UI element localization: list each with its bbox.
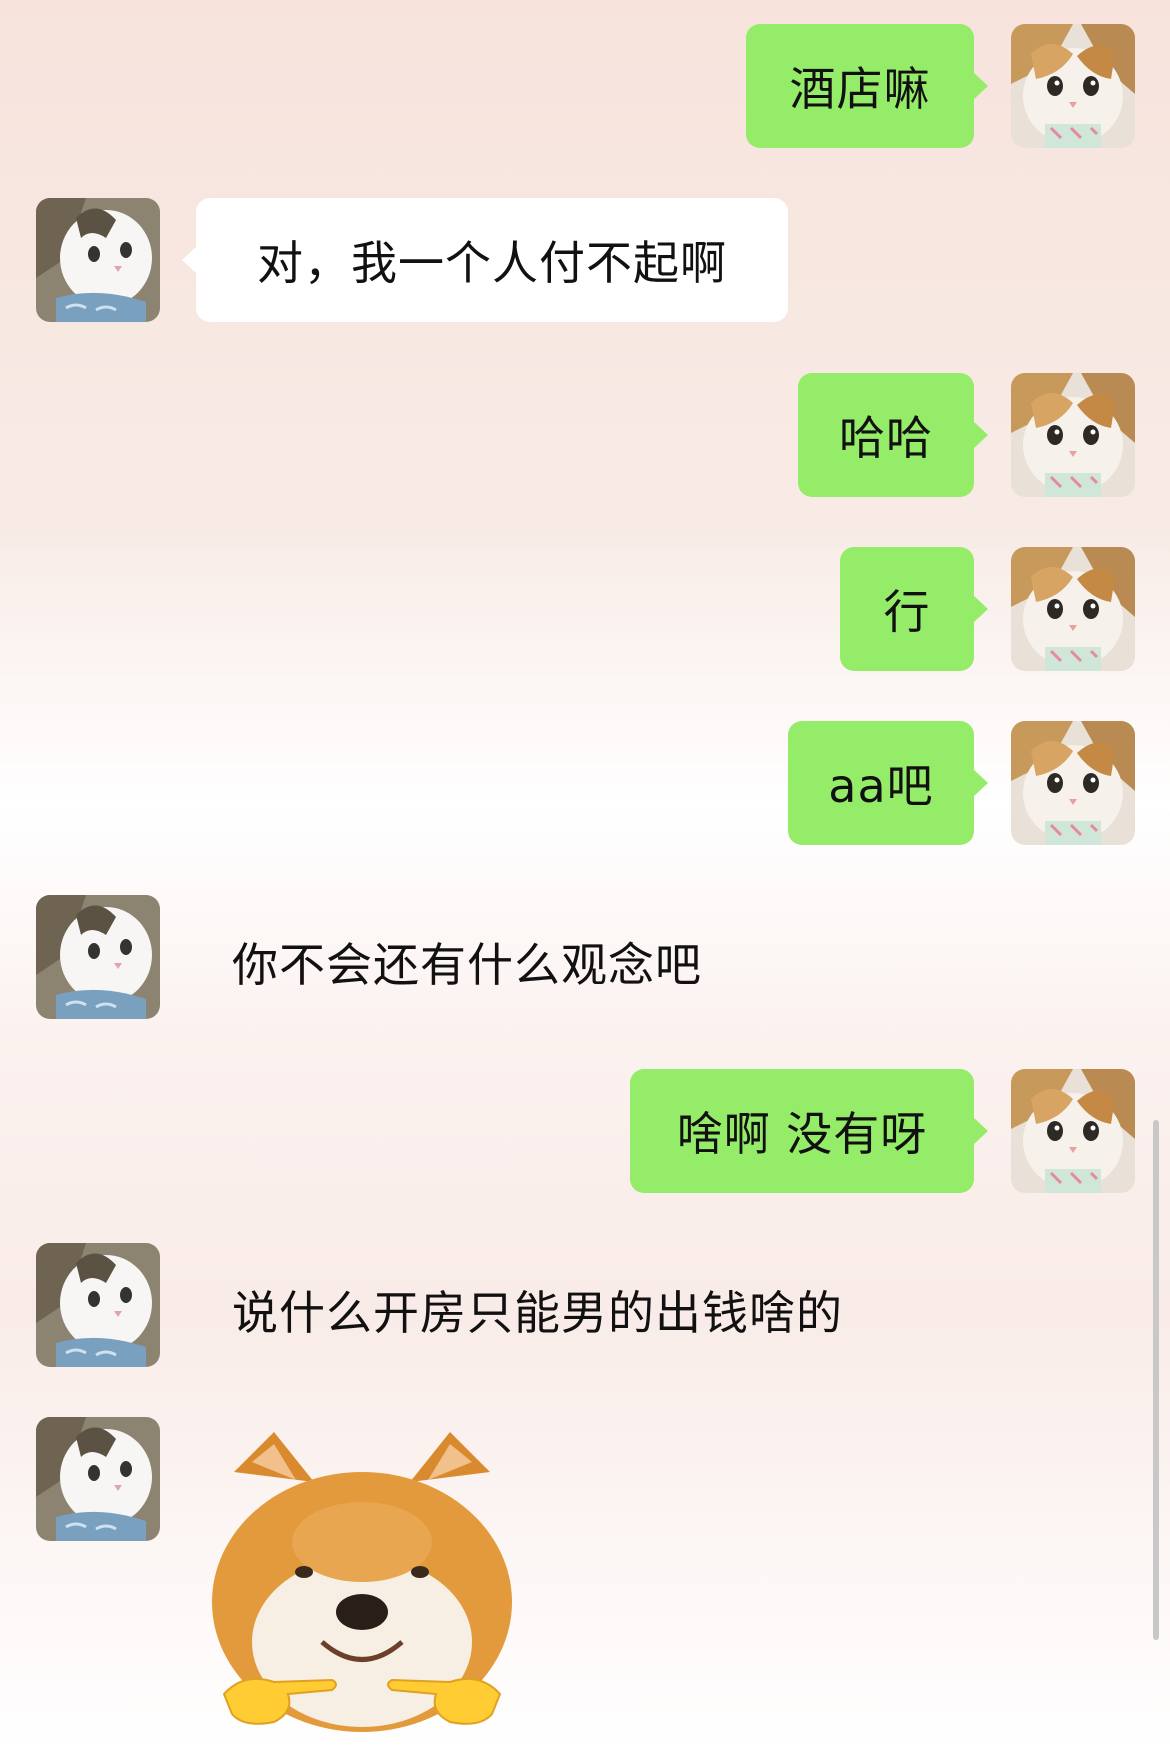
other-avatar[interactable] <box>36 1243 160 1367</box>
outgoing-message-bubble[interactable]: 啥啊 没有呀 <box>630 1069 988 1193</box>
message-text: 啥啊 没有呀 <box>676 1107 928 1161</box>
message-row: 对，我一个人付不起啊 <box>0 198 1170 322</box>
outgoing-message-bubble[interactable]: aa吧 <box>788 721 988 845</box>
message-row: 酒店嘛 <box>0 24 1170 148</box>
message-row: 你不会还有什么观念吧 <box>0 895 1170 1019</box>
calico-cat-avatar-icon <box>1011 721 1135 845</box>
shiba-pointing-fingers-sticker[interactable] <box>204 1432 520 1732</box>
calico-cat-avatar-icon <box>1011 547 1135 671</box>
white-cat-avatar-icon <box>36 1417 160 1541</box>
message-text: 酒店嘛 <box>789 62 931 116</box>
message-row: 哈哈 <box>0 373 1170 497</box>
message-row: aa吧 <box>0 721 1170 845</box>
white-cat-avatar-icon <box>36 1243 160 1367</box>
other-avatar[interactable] <box>36 1417 160 1541</box>
message-row: 行 <box>0 547 1170 671</box>
other-avatar[interactable] <box>36 895 160 1019</box>
incoming-message-text[interactable]: 你不会还有什么观念吧 <box>232 929 702 995</box>
self-avatar[interactable] <box>1011 721 1135 845</box>
white-cat-avatar-icon <box>36 198 160 322</box>
self-avatar[interactable] <box>1011 373 1135 497</box>
scrollbar[interactable] <box>1153 1120 1159 1640</box>
outgoing-message-bubble[interactable]: 哈哈 <box>798 373 988 497</box>
self-avatar[interactable] <box>1011 1069 1135 1193</box>
message-text: 行 <box>883 585 931 639</box>
calico-cat-avatar-icon <box>1011 373 1135 497</box>
message-row: 说什么开房只能男的出钱啥的 <box>0 1243 1170 1367</box>
self-avatar[interactable] <box>1011 24 1135 148</box>
calico-cat-avatar-icon <box>1011 24 1135 148</box>
outgoing-message-bubble[interactable]: 行 <box>840 547 988 671</box>
message-text: 哈哈 <box>839 411 933 465</box>
message-text: aa吧 <box>828 759 934 813</box>
chat-screen: { "messages": [ {"side": "right", "text"… <box>0 0 1170 1752</box>
white-cat-avatar-icon <box>36 895 160 1019</box>
self-avatar[interactable] <box>1011 547 1135 671</box>
message-row <box>0 1417 1170 1541</box>
incoming-message-bubble[interactable]: 对，我一个人付不起啊 <box>182 198 788 322</box>
message-row: 啥啊 没有呀 <box>0 1069 1170 1193</box>
message-text: 对，我一个人付不起啊 <box>257 236 727 290</box>
other-avatar[interactable] <box>36 198 160 322</box>
outgoing-message-bubble[interactable]: 酒店嘛 <box>746 24 988 148</box>
incoming-message-text[interactable]: 说什么开房只能男的出钱啥的 <box>232 1277 843 1343</box>
calico-cat-avatar-icon <box>1011 1069 1135 1193</box>
